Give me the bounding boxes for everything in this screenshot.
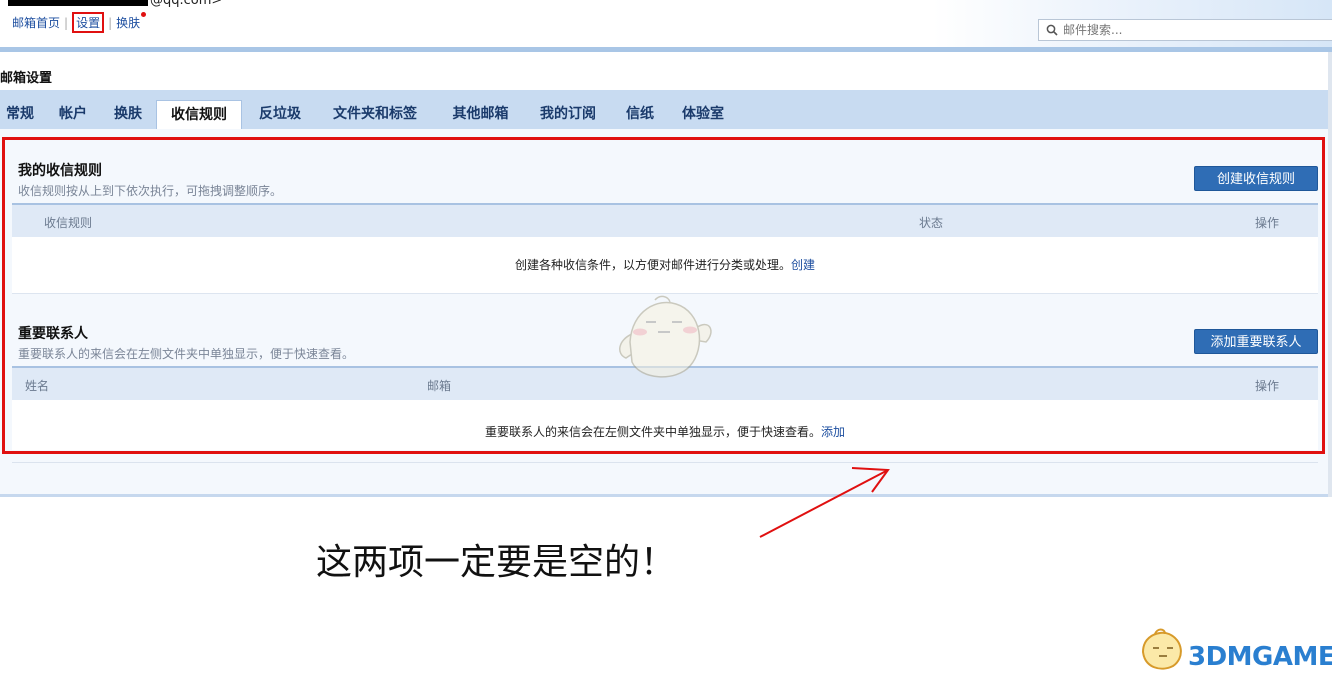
- watermark-brand: 3DMGAME: [1188, 642, 1332, 672]
- watermark-logo-icon: [1137, 628, 1189, 675]
- annotation-text: 这两项一定要是空的！: [316, 542, 677, 583]
